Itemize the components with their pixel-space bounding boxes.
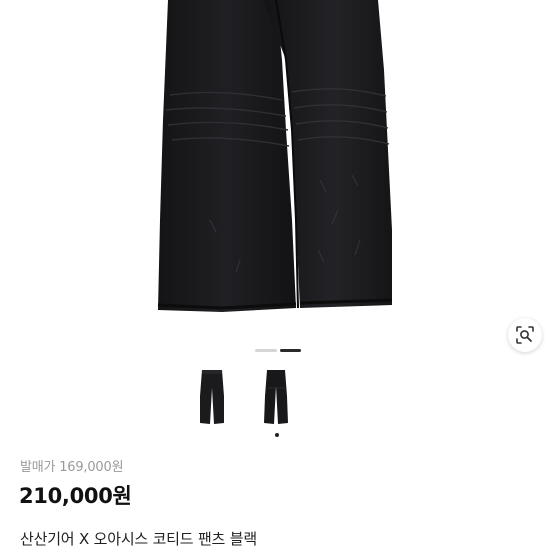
image-pager bbox=[255, 349, 301, 353]
pants-back-thumbnail bbox=[264, 370, 288, 424]
sale-price: 210,000원 bbox=[19, 484, 132, 508]
product-detail-page: 발매가 169,000원 210,000원 산산기어 X 오아시스 코티드 팬츠… bbox=[0, 0, 555, 555]
thumbnail-1[interactable] bbox=[192, 366, 232, 428]
selected-thumbnail-indicator bbox=[275, 433, 279, 437]
product-title: 산산기어 X 오아시스 코티드 팬츠 블랙 bbox=[20, 530, 257, 548]
pager-dot-2-active[interactable] bbox=[279, 349, 301, 352]
release-price-value: 169,000원 bbox=[59, 460, 124, 475]
pants-illustration bbox=[157, 0, 393, 312]
pager-dot-1[interactable] bbox=[255, 349, 277, 352]
release-price-label: 발매가 bbox=[20, 460, 56, 475]
search-image-icon bbox=[516, 326, 534, 344]
release-price: 발매가 169,000원 bbox=[20, 456, 124, 475]
product-main-image[interactable] bbox=[0, 0, 555, 330]
pants-front-thumbnail bbox=[200, 370, 224, 424]
thumbnail-2[interactable] bbox=[256, 366, 296, 428]
search-image-button[interactable] bbox=[508, 318, 542, 352]
